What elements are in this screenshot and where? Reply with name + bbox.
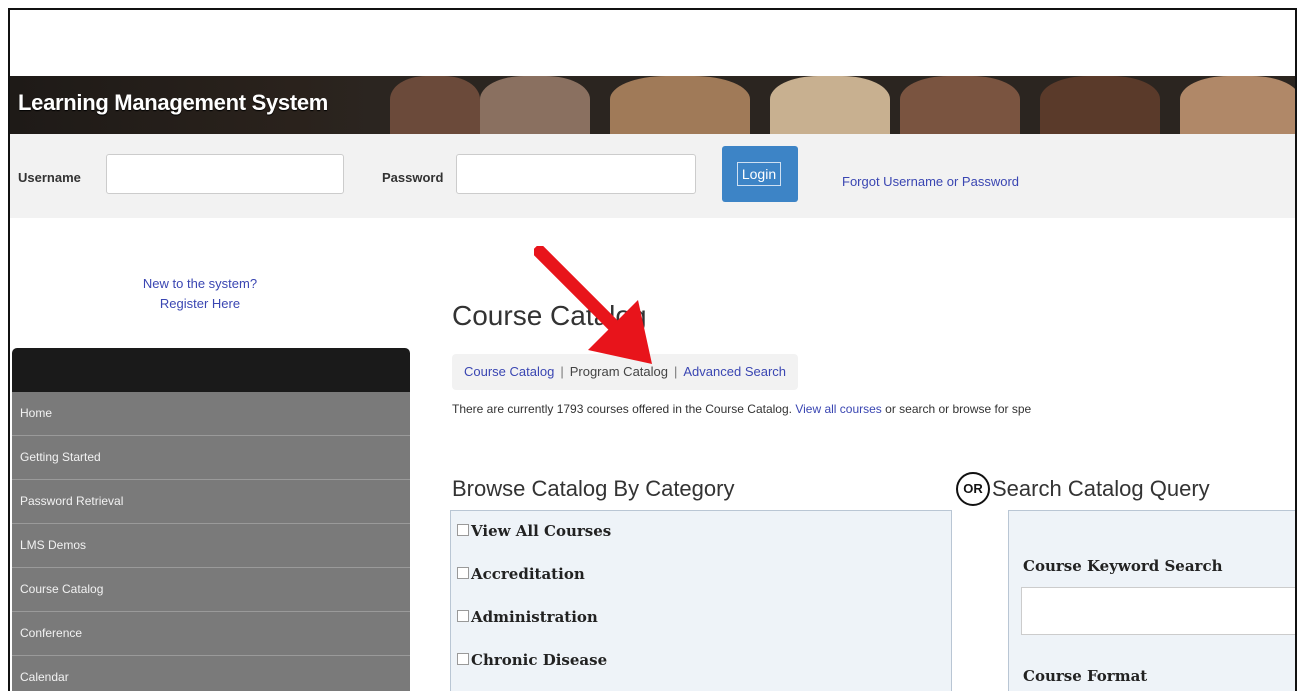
sidebar-item-getting-started[interactable]: Getting Started: [12, 436, 410, 480]
login-button[interactable]: Login: [722, 146, 798, 202]
view-all-courses-link[interactable]: View all courses: [795, 402, 881, 416]
browse-title: Browse Catalog By Category: [452, 476, 735, 501]
banner-photo: [390, 76, 480, 134]
category-label: View All Courses: [471, 522, 612, 540]
category-item[interactable]: View All Courses: [451, 511, 951, 554]
intro-tail: or search or browse for spe: [885, 402, 1032, 416]
checkbox[interactable]: [457, 567, 469, 579]
sidebar-item-conference[interactable]: Conference: [12, 612, 410, 656]
category-item[interactable]: Administration: [451, 597, 951, 640]
search-title: Search Catalog Query: [992, 476, 1210, 501]
banner-photo: [1180, 76, 1295, 134]
login-button-label: Login: [737, 162, 781, 186]
sidebar-item-course-catalog[interactable]: Course Catalog: [12, 568, 410, 612]
password-input[interactable]: [456, 154, 696, 194]
tab-separator: |: [674, 364, 678, 379]
banner-photo: [770, 76, 890, 134]
category-label: Accreditation: [471, 565, 585, 583]
app-title: Learning Management System: [18, 90, 329, 115]
new-user-link[interactable]: New to the system?: [70, 274, 330, 294]
keyword-search-input[interactable]: [1021, 587, 1295, 635]
or-badge: OR: [956, 472, 990, 506]
category-label: Administration: [471, 608, 598, 626]
category-label: Chronic Disease: [471, 651, 608, 669]
tab-advanced-search[interactable]: Advanced Search: [683, 364, 786, 379]
sidebar-item-calendar[interactable]: Calendar: [12, 656, 410, 691]
browser-frame: Learning Management System Username Pass…: [8, 8, 1297, 691]
category-list: View All Courses Accreditation Administr…: [450, 510, 952, 691]
username-input[interactable]: [106, 154, 344, 194]
forgot-credentials-link[interactable]: Forgot Username or Password: [842, 174, 1019, 189]
password-label: Password: [382, 170, 444, 185]
search-panel: Course Keyword Search Course Format: [1008, 510, 1295, 691]
intro-text: There are currently 1793 courses offered…: [452, 402, 792, 416]
register-link[interactable]: Register Here: [70, 294, 330, 314]
catalog-intro: There are currently 1793 courses offered…: [452, 402, 1295, 416]
banner-photo: [480, 76, 590, 134]
checkbox[interactable]: [457, 610, 469, 622]
red-arrow-icon: [534, 246, 652, 364]
keyword-label: Course Keyword Search: [1023, 557, 1223, 575]
checkbox[interactable]: [457, 524, 469, 536]
register-block: New to the system? Register Here: [70, 274, 330, 314]
header-banner: Learning Management System: [10, 76, 1295, 134]
sidebar-item-lms-demos[interactable]: LMS Demos: [12, 524, 410, 568]
sidebar-header: [12, 348, 410, 392]
checkbox[interactable]: [457, 653, 469, 665]
sidebar-menu: Home Getting Started Password Retrieval …: [12, 392, 410, 691]
sidebar-item-home[interactable]: Home: [12, 392, 410, 436]
format-label: Course Format: [1023, 667, 1148, 685]
banner-photo: [900, 76, 1020, 134]
sidebar-item-password-retrieval[interactable]: Password Retrieval: [12, 480, 410, 524]
username-label: Username: [18, 170, 81, 185]
login-bar: Username Password Login Forgot Username …: [10, 134, 1295, 218]
banner-photo: [610, 76, 750, 134]
category-item[interactable]: Accreditation: [451, 554, 951, 597]
category-item[interactable]: Chronic Disease: [451, 640, 951, 683]
banner-photo: [1040, 76, 1160, 134]
